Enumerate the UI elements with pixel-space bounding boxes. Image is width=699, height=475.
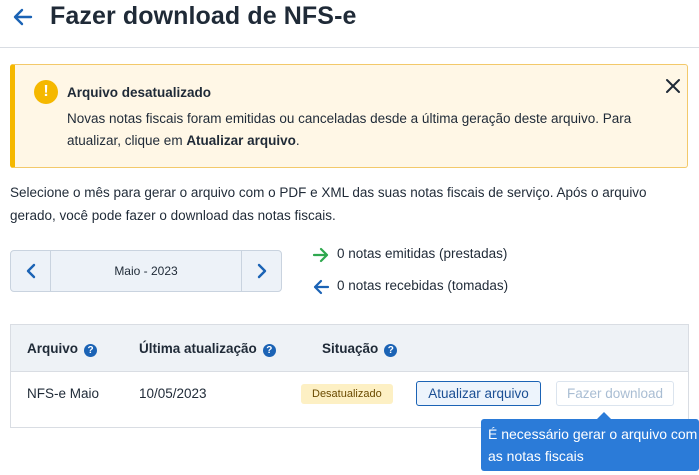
page-header: Fazer download de NFS-e bbox=[0, 0, 699, 48]
alert-title: Arquivo desatualizado bbox=[67, 85, 212, 100]
exclamation-icon: ! bbox=[34, 80, 58, 104]
close-icon bbox=[666, 79, 680, 93]
column-header-file: Arquivo? bbox=[27, 341, 98, 357]
download-disabled-tooltip: É necessário gerar o arquivo com as nota… bbox=[481, 419, 699, 471]
chevron-right-icon bbox=[257, 263, 267, 279]
month-picker: Maio - 2023 bbox=[10, 250, 282, 292]
tooltip-arrow bbox=[597, 412, 611, 419]
help-icon[interactable]: ? bbox=[84, 344, 98, 357]
download-button: Fazer download bbox=[556, 381, 674, 406]
received-notes-text: 0 notas recebidas (tomadas) bbox=[337, 278, 509, 293]
page-title: Fazer download de NFS-e bbox=[50, 2, 357, 30]
column-header-file-label: Arquivo bbox=[27, 341, 79, 356]
alert-body-text: Novas notas fiscais foram emitidas ou ca… bbox=[67, 111, 632, 148]
column-header-status: Situação? bbox=[322, 341, 398, 357]
table-header: Arquivo? Última atualização? Situação? bbox=[11, 325, 688, 372]
row-file-name: NFS-e Maio bbox=[27, 386, 100, 401]
arrow-right-icon bbox=[312, 247, 329, 263]
arrow-left-icon bbox=[313, 279, 330, 295]
selected-month: Maio - 2023 bbox=[114, 264, 178, 278]
column-header-last-update: Última atualização? bbox=[139, 341, 276, 357]
files-table: Arquivo? Última atualização? Situação? N… bbox=[10, 324, 689, 428]
issued-notes-text: 0 notas emitidas (prestadas) bbox=[337, 246, 508, 261]
alert-body-suffix: . bbox=[295, 133, 300, 148]
column-header-last-update-label: Última atualização bbox=[139, 341, 257, 356]
chevron-left-icon bbox=[26, 263, 36, 279]
update-file-button[interactable]: Atualizar arquivo bbox=[416, 381, 541, 406]
column-header-status-label: Situação bbox=[322, 341, 379, 356]
next-month-button[interactable] bbox=[241, 251, 281, 291]
row-last-update: 10/05/2023 bbox=[139, 386, 207, 401]
previous-month-button[interactable] bbox=[11, 251, 51, 291]
received-notes-stat: 0 notas recebidas (tomadas) bbox=[312, 278, 562, 296]
outdated-file-alert: ! Arquivo desatualizado Novas notas fisc… bbox=[10, 64, 688, 168]
arrow-left-icon bbox=[13, 8, 33, 26]
help-icon[interactable]: ? bbox=[384, 344, 398, 357]
back-button[interactable] bbox=[12, 6, 34, 28]
status-badge: Desatualizado bbox=[301, 384, 393, 404]
alert-body-highlight: Atualizar arquivo bbox=[186, 133, 296, 148]
issued-notes-stat: 0 notas emitidas (prestadas) bbox=[312, 246, 562, 264]
help-icon[interactable]: ? bbox=[262, 344, 276, 357]
alert-close-button[interactable] bbox=[665, 78, 681, 94]
alert-body: Novas notas fiscais foram emitidas ou ca… bbox=[67, 108, 657, 152]
intro-text: Selecione o mês para gerar o arquivo com… bbox=[10, 185, 647, 223]
